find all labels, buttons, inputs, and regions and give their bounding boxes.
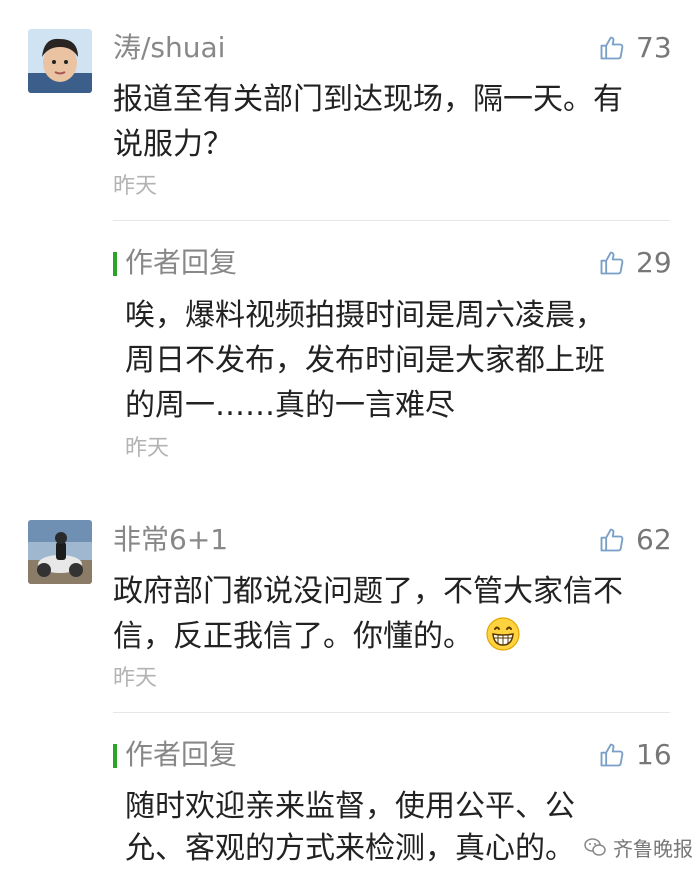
reply-time: 昨天 — [125, 436, 170, 461]
reply-text-line: 周日不发布，发布时间是大家都上班 — [125, 343, 605, 378]
thumbs-up-icon — [600, 251, 624, 275]
reply-title: 作者回复 — [125, 738, 238, 771]
reply-text-line: 唉，爆料视频拍摄时间是周六凌晨， — [125, 298, 605, 333]
divider — [113, 220, 670, 221]
like-count: 62 — [636, 523, 672, 556]
comment-author[interactable]: 涛/shuai — [113, 31, 225, 65]
comment-text-line: 报道至有关部门到达现场，隔一天。有 — [113, 82, 623, 117]
avatar[interactable] — [28, 29, 92, 93]
thumbs-up-icon — [600, 528, 624, 552]
divider — [113, 712, 670, 713]
reply-text-line: 允、客观的方式来检测，真心的。 — [125, 831, 575, 866]
like-count: 29 — [636, 246, 672, 279]
like-count: 73 — [636, 31, 672, 64]
comment-author[interactable]: 非常6+1 — [113, 523, 228, 557]
like-button[interactable]: 16 — [598, 738, 672, 772]
comment-text-line: 政府部门都说没问题了，不管大家信不 — [113, 574, 623, 609]
grinning-face-emoji — [486, 617, 520, 651]
wechat-icon — [584, 838, 606, 856]
comment-text: 信，反正我信了。你懂的。 — [113, 619, 473, 654]
watermark-text: 齐鲁晚报 — [613, 836, 693, 861]
like-button[interactable]: 29 — [598, 246, 672, 280]
like-count: 16 — [636, 738, 672, 771]
reply-text-line: 的周一……真的一言难尽 — [125, 388, 455, 423]
comment-time: 昨天 — [113, 666, 158, 691]
reply-text-line: 随时欢迎亲来监督，使用公平、公 — [125, 789, 575, 824]
comment-time: 昨天 — [113, 174, 158, 199]
watermark: 齐鲁晚报 — [583, 832, 693, 862]
thumbs-up-icon — [600, 36, 624, 60]
reply-marker — [113, 252, 117, 276]
like-button[interactable]: 73 — [598, 31, 672, 65]
comment-text-line: 说服力？ — [113, 127, 233, 162]
comment-text-line-with-emoji: 信，反正我信了。你懂的。 — [113, 614, 521, 659]
like-button[interactable]: 62 — [598, 523, 672, 557]
reply-title: 作者回复 — [125, 246, 238, 279]
thumbs-up-icon — [600, 743, 624, 767]
reply-marker — [113, 744, 117, 768]
avatar[interactable] — [28, 520, 92, 584]
